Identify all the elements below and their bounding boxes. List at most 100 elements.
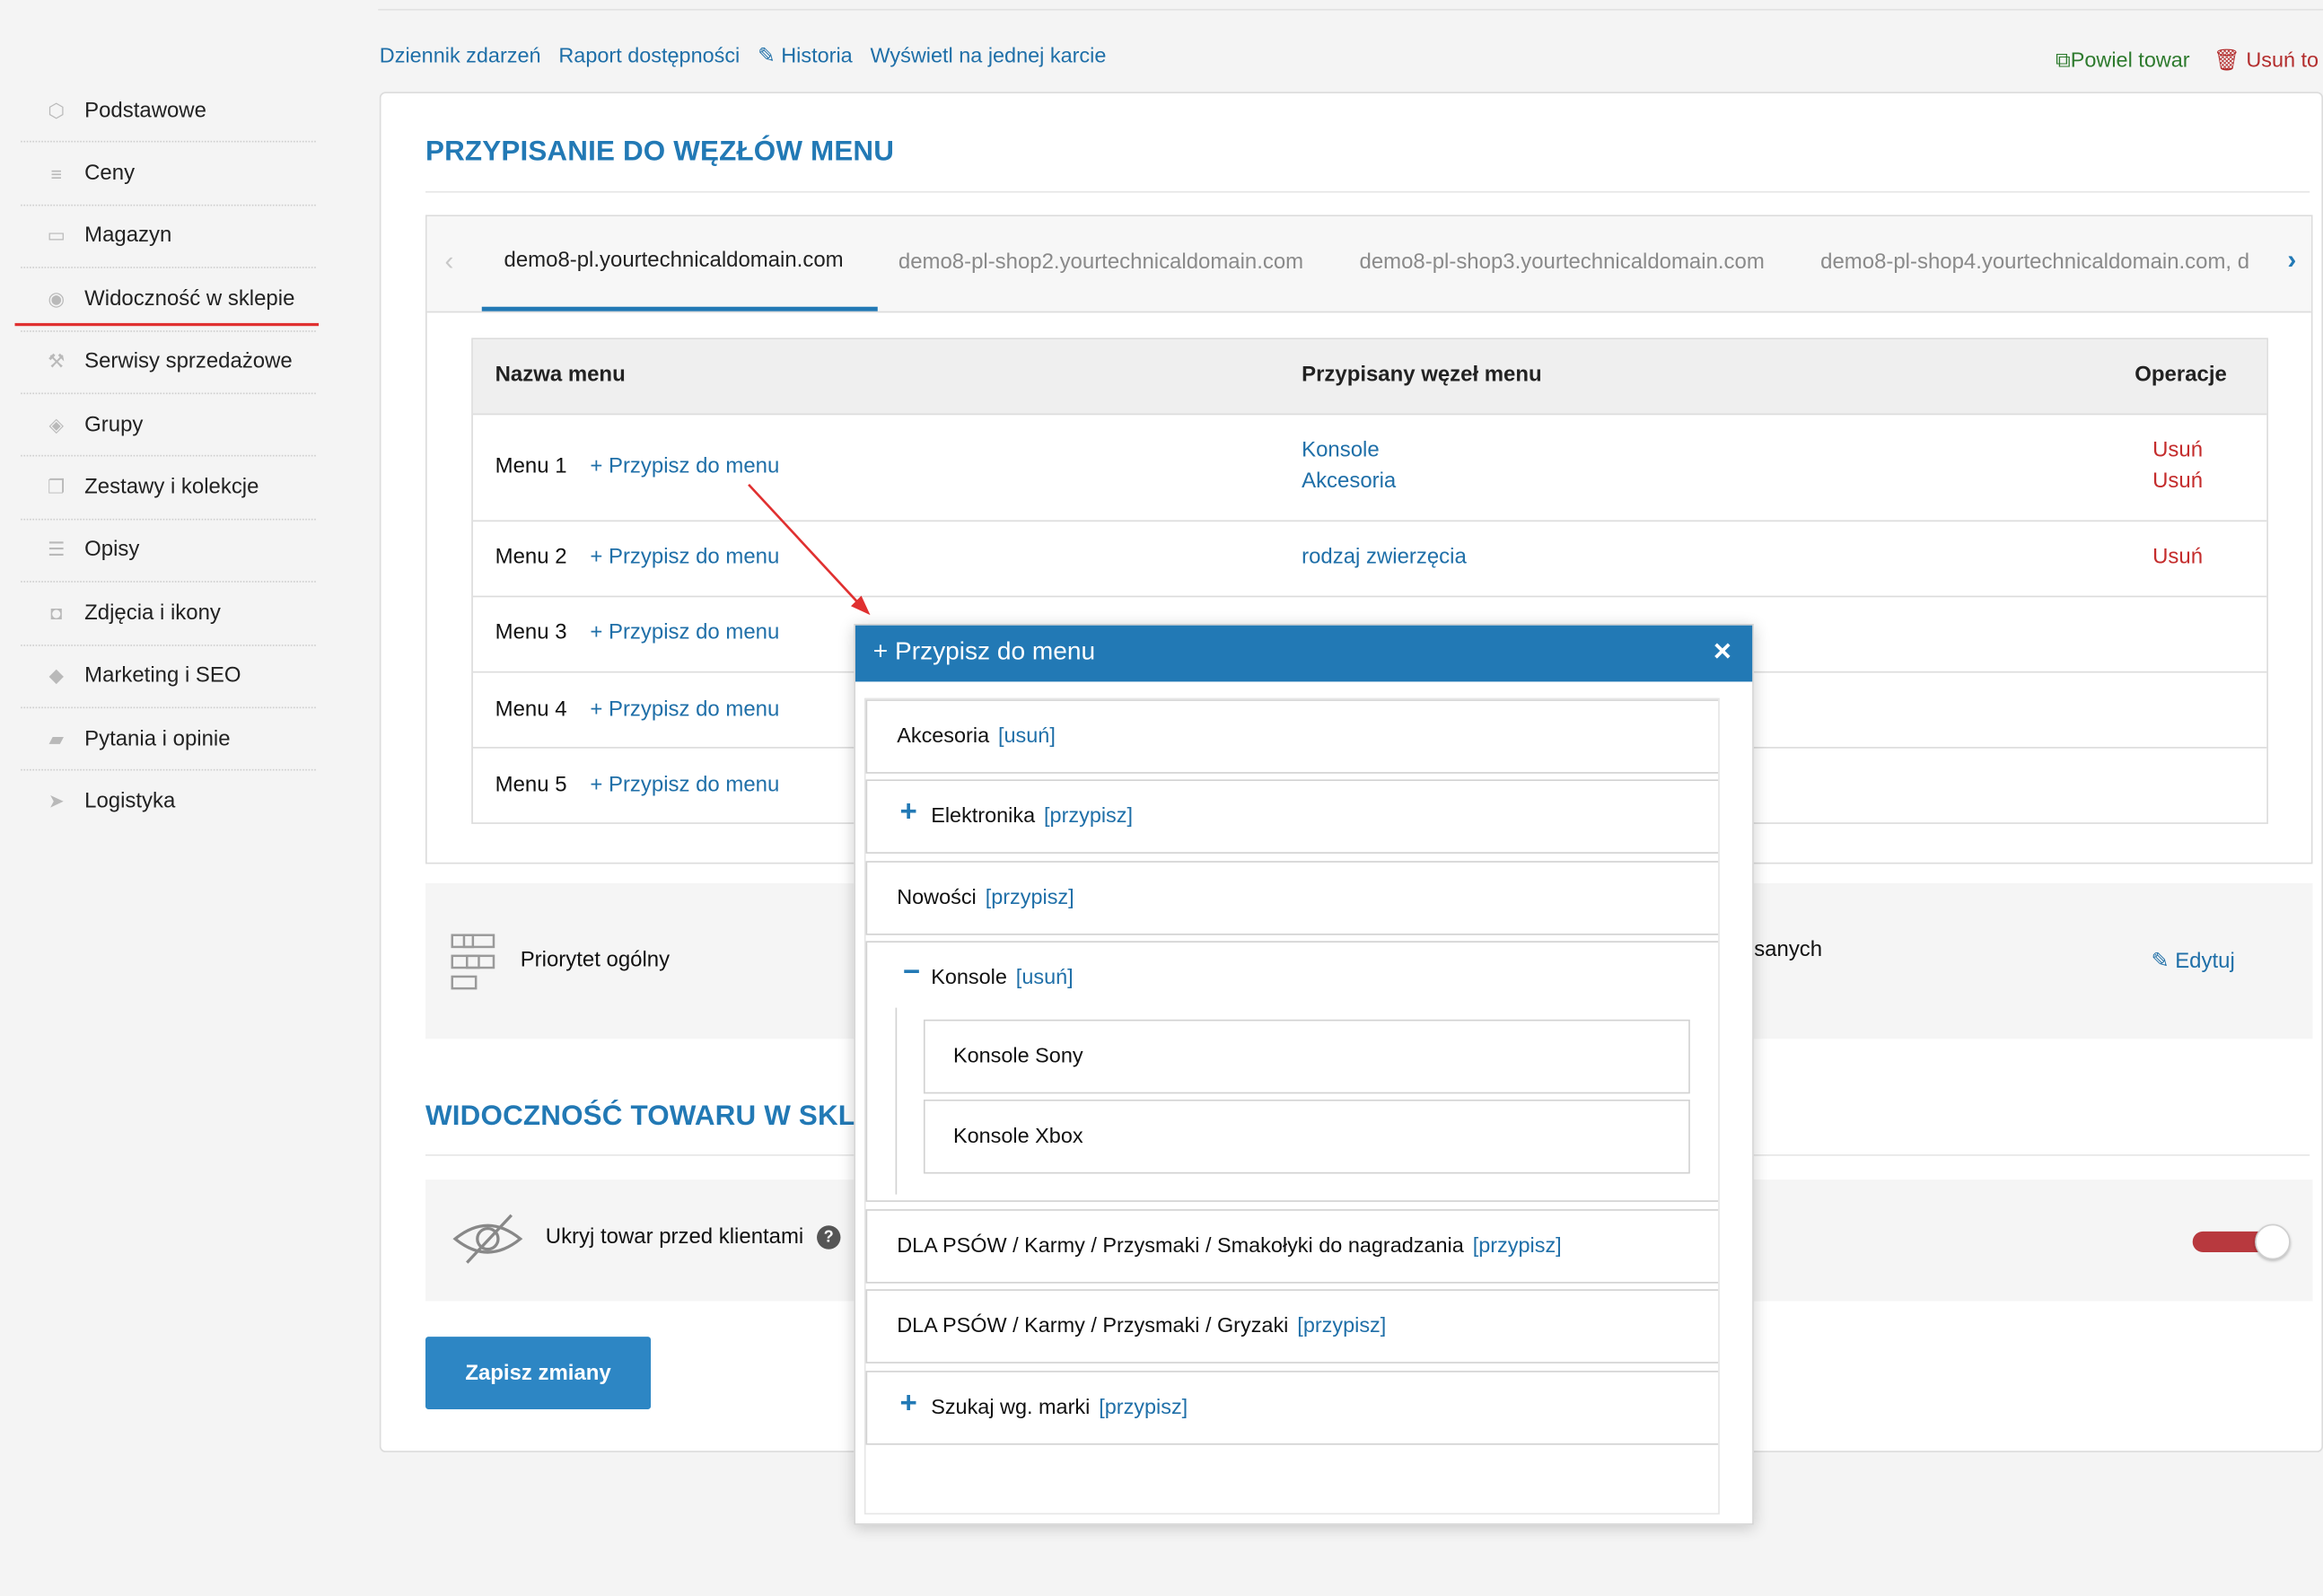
expand-plus-icon[interactable]: +: [900, 1387, 917, 1421]
sidebar-item-magazyn[interactable]: ▭ Magazyn: [21, 206, 316, 269]
single-card-link[interactable]: Wyświetl na jednej karcie: [871, 45, 1107, 68]
menu-tree: Akcesoria [usuń] + Elektronika [przypisz] …: [863, 697, 1720, 1515]
remove-node-link[interactable]: [usuń]: [998, 724, 1056, 748]
edit-label: Edytuj: [2175, 950, 2235, 974]
assigned-node-link[interactable]: Akcesoria: [1302, 467, 1396, 498]
tree-item-akcesoria: Akcesoria [usuń]: [865, 699, 1719, 774]
edit-icon: ✎: [2151, 950, 2170, 974]
tab-shop-3[interactable]: demo8-pl-shop3.yourtechnicaldomain.com: [1360, 250, 1765, 274]
assign-to-menu-link[interactable]: + Przypisz do menu: [590, 621, 779, 645]
assign-node-link[interactable]: [przypisz]: [1099, 1396, 1188, 1419]
sidebar-item-opisy[interactable]: ☰ Opisy: [21, 520, 316, 583]
assign-to-menu-link[interactable]: + Przypisz do menu: [590, 698, 779, 722]
toggle-knob: [2255, 1223, 2291, 1260]
availability-report-link[interactable]: Raport dostępności: [558, 45, 740, 68]
tree-item-name: Elektronika: [931, 804, 1036, 829]
sidebar-item-grupy[interactable]: ◈ Grupy: [21, 394, 316, 458]
assigned-node-link[interactable]: rodzaj zwierzęcia: [1302, 542, 1467, 574]
tab-shop-4[interactable]: demo8-pl-shop4.yourtechnicaldomain.com, …: [1820, 250, 2257, 274]
tab-shop-2[interactable]: demo8-pl-shop2.yourtechnicaldomain.com: [899, 250, 1303, 274]
copy-icon: ⧉: [2056, 48, 2071, 73]
sidebar-item-label: Widoczność w sklepie: [84, 287, 295, 311]
sidebar-item-label: Serwisy sprzedażowe: [84, 350, 293, 374]
save-changes-button[interactable]: Zapisz zmiany: [425, 1337, 652, 1410]
tree-item-label: Szukaj wg. marki [przypisz]: [931, 1396, 1188, 1419]
hide-product-toggle[interactable]: [2192, 1223, 2291, 1260]
chevron-left-icon[interactable]: ‹: [444, 246, 453, 277]
sidebar-item-label: Pytania i opinie: [84, 726, 231, 751]
tree-subitem-konsole-sony[interactable]: Konsole Sony: [923, 1019, 1690, 1094]
tree-item-name: Nowości: [897, 886, 977, 910]
close-icon[interactable]: ×: [1714, 635, 1731, 671]
sidebar-item-label: Magazyn: [84, 224, 172, 249]
tree-item-label: DLA PSÓW / Karmy / Przysmaki / Smakołyki…: [897, 1234, 1561, 1258]
sidebar-item-pytania[interactable]: ▰ Pytania i opinie: [21, 708, 316, 771]
table-header: Nazwa menu Przypisany węzeł menu Operacj…: [472, 339, 2267, 416]
remove-link[interactable]: Usuń: [2152, 435, 2203, 467]
edit-priority-button[interactable]: ✎ Edytuj: [2151, 950, 2234, 973]
box-icon: ⬡: [48, 99, 66, 121]
sidebar-item-podstawowe[interactable]: ⬡ Podstawowe: [21, 80, 316, 144]
assign-node-link[interactable]: [przypisz]: [986, 886, 1074, 909]
sidebar-item-zestawy[interactable]: ❐ Zestawy i kolekcje: [21, 457, 316, 521]
assign-to-menu-link[interactable]: + Przypisz do menu: [590, 546, 779, 569]
tab-shop-1[interactable]: demo8-pl.yourtechnicaldomain.com: [504, 249, 844, 272]
chevron-right-icon[interactable]: ›: [2287, 244, 2296, 276]
history-label: Historia: [781, 44, 853, 68]
sidebar-item-label: Grupy: [84, 413, 144, 437]
camera-icon: ◘: [50, 601, 63, 625]
tree-item-label: Elektronika [przypisz]: [931, 804, 1133, 828]
hide-product-label: Ukryj towar przed klientami: [545, 1225, 804, 1250]
delete-label: Usuń to: [2246, 48, 2319, 73]
table-row: Menu 1 + Przypisz do menu Konsole Akceso…: [472, 415, 2267, 522]
top-divider: [378, 8, 2323, 11]
tree-item-label: Akcesoria [usuń]: [897, 724, 1056, 748]
sidebar-item-ceny[interactable]: ≡ Ceny: [21, 143, 316, 206]
duplicate-product-button[interactable]: ⧉Powiel towar: [2056, 48, 2190, 72]
eye-off-icon: [452, 1214, 523, 1264]
sidebar-item-widocznosc[interactable]: ◉ Widoczność w sklepie: [14, 268, 320, 332]
section-title-visibility: WIDOCZNOŚĆ TOWARU W SKLEP: [425, 1101, 894, 1133]
modal-title: + Przypisz do menu: [872, 636, 1096, 666]
tree-item-label: DLA PSÓW / Karmy / Przysmaki / Gryzaki [p…: [897, 1314, 1386, 1337]
coins-icon: ≡: [50, 162, 63, 185]
event-log-link[interactable]: Dziennik zdarzeń: [380, 45, 541, 68]
top-right-actions: ⧉Powiel towar 🗑 Usuń to: [2056, 48, 2319, 72]
collapse-minus-icon[interactable]: −: [903, 956, 920, 990]
tree-item-label: Konsole [usuń]: [931, 966, 1073, 989]
tree-subitem-konsole-xbox[interactable]: Konsole Xbox: [923, 1099, 1690, 1174]
sidebar-item-zdjecia[interactable]: ◘ Zdjęcia i ikony: [21, 583, 316, 645]
table-row: Menu 2 + Przypisz do menu rodzaj zwierzę…: [472, 522, 2267, 598]
remove-node-link[interactable]: [usuń]: [1016, 966, 1074, 989]
history-link[interactable]: ✎ Historia: [758, 45, 853, 68]
assign-node-link[interactable]: [przypisz]: [1297, 1314, 1386, 1337]
header-operations: Operacje: [2135, 363, 2227, 387]
sidebar-item-logistyka[interactable]: ➤ Logistyka: [21, 771, 316, 834]
assign-to-menu-link[interactable]: + Przypisz do menu: [590, 455, 779, 478]
assign-menu-modal: + Przypisz do menu × Akcesoria [usuń] + E…: [854, 624, 1754, 1525]
edit-icon: ✎: [758, 44, 776, 68]
remove-link[interactable]: Usuń: [2152, 467, 2203, 498]
help-icon[interactable]: ?: [817, 1225, 841, 1250]
menu-name: Menu 2: [495, 545, 567, 569]
tree-item-name: DLA PSÓW / Karmy / Przysmaki / Smakołyki…: [897, 1234, 1464, 1258]
assigned-node-link[interactable]: Konsole: [1302, 435, 1396, 467]
eye-icon: ◉: [48, 287, 66, 310]
archive-icon: ▭: [47, 224, 66, 247]
sidebar-item-serwisy[interactable]: ⚒ Serwisy sprzedażowe: [21, 331, 316, 395]
delete-product-button[interactable]: 🗑 Usuń to: [2213, 48, 2319, 72]
assign-to-menu-link[interactable]: + Przypisz do menu: [590, 774, 779, 797]
expand-plus-icon[interactable]: +: [900, 796, 917, 830]
remove-link[interactable]: Usuń: [2152, 542, 2203, 574]
sidebar-item-marketing[interactable]: ◆ Marketing i SEO: [21, 645, 316, 708]
assign-node-link[interactable]: [przypisz]: [1044, 804, 1133, 828]
top-links: Dziennik zdarzeń Raport dostępności ✎ Hi…: [380, 45, 1107, 68]
tree-item-label: Nowości [przypisz]: [897, 886, 1074, 909]
priority-label: Priorytet ogólny: [520, 948, 671, 972]
priority-description: isanych: [1749, 938, 1823, 962]
header-assigned-node: Przypisany węzeł menu: [1302, 363, 1542, 387]
section-divider: [425, 190, 2310, 193]
tree-guide-line: [895, 1007, 898, 1195]
shop-tabs: ‹ demo8-pl.yourtechnicaldomain.com demo8…: [426, 216, 2311, 313]
assign-node-link[interactable]: [przypisz]: [1473, 1234, 1562, 1258]
